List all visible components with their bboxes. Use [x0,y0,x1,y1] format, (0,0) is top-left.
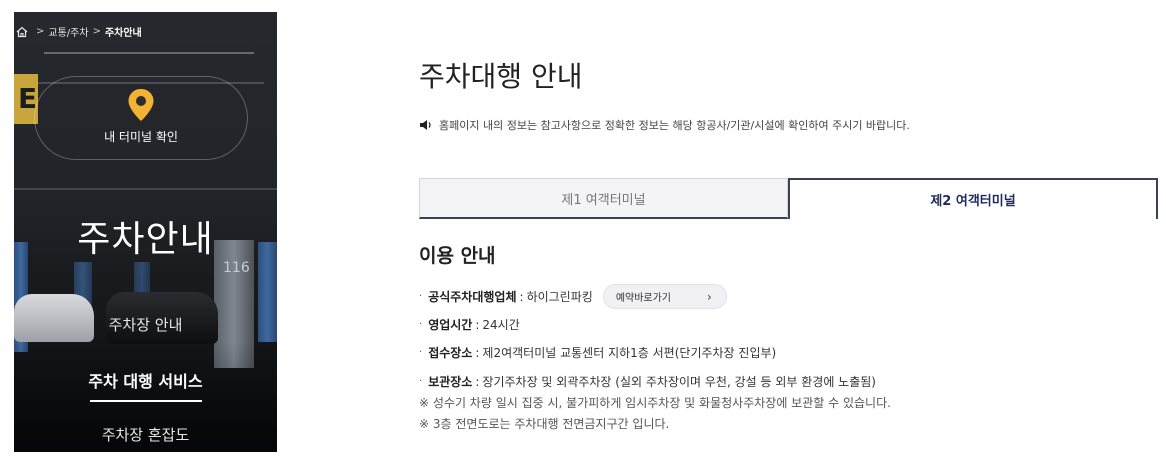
info-colon: : [475,345,480,360]
breadcrumb-item-traffic[interactable]: 교통/주차 [48,24,88,39]
note-peak-season: ※ 성수기 차량 일시 집중 시, 불가피하게 임시주차장 및 화물청사주차장에… [419,396,891,410]
info-row-operator: · 공식주차대행업체 : 하이그린파킹 예약바로가기 › [419,284,727,309]
tab-label: 제1 여객터미널 [561,192,646,208]
terminal-check-label: 내 터미널 확인 [104,129,178,144]
info-key: 보관장소 [428,375,473,389]
info-value: 장기주차장 및 외곽주차장 (실외 주차장이며 우천, 강설 등 외부 환경에 … [482,375,876,389]
sidebar-title: 주차안내 [77,219,214,260]
terminal-tabs: 제1 여객터미널 제2 여객터미널 [419,178,1158,219]
sidebar-item-congestion[interactable]: 주차장 혼잡도 [14,424,277,445]
info-colon: : [475,374,480,389]
breadcrumb-separator: > [92,26,101,37]
bullet: · [419,319,423,330]
notice-text: 홈페이지 내의 정보는 참고사항으로 정확한 정보는 해당 항공사/기관/시설에… [439,119,910,132]
notice: 홈페이지 내의 정보는 참고사항으로 정확한 정보는 해당 항공사/기관/시설에… [419,117,910,133]
reserve-button-label: 예약바로가기 [615,293,672,304]
tab-terminal-2[interactable]: 제2 여객터미널 [788,178,1158,219]
info-row-reception: · 접수장소 : 제2여객터미널 교통센터 지하1층 서편(단기주차장 진입부) [419,344,776,361]
bullet: · [419,347,423,358]
info-row-storage: · 보관장소 : 장기주차장 및 외곽주차장 (실외 주차장이며 우천, 강설 … [419,373,876,390]
sidebar-item-parking-info[interactable]: 주차장 안내 [14,314,277,335]
sidebar-item-label: 주차장 안내 [108,316,183,334]
info-key: 접수장소 [428,346,473,360]
info-value: 제2여객터미널 교통센터 지하1층 서편(단기주차장 진입부) [482,346,777,360]
sidebar-item-valet-service[interactable]: 주차 대행 서비스 [14,368,277,402]
breadcrumb-separator: > [36,26,45,37]
info-key: 공식주차대행업체 [428,290,517,304]
section-title: 이용 안내 [419,245,496,267]
info-value: 24시간 [482,318,520,332]
bullet: · [419,291,423,302]
terminal-check-button[interactable]: 내 터미널 확인 [34,76,248,160]
info-row-hours: · 영업시간 : 24시간 [419,316,520,333]
info-colon: : [475,317,480,332]
info-value: 하이그린파킹 [526,290,593,304]
pillar-number: 116 [223,260,250,276]
ceiling-light [14,188,277,190]
location-pin-icon [128,88,154,121]
home-icon[interactable] [16,26,28,38]
sidebar-item-label: 주차장 혼잡도 [101,426,190,444]
tab-terminal-1[interactable]: 제1 여객터미널 [419,178,788,219]
breadcrumb-item-current: 주차안내 [104,28,142,39]
bullet: · [419,376,423,387]
note-no-valet-zone: ※ 3층 전면도로는 주차대행 전면금지구간 입니다. [419,417,670,431]
ceiling-light [44,52,254,54]
sidebar-item-label: 주차 대행 서비스 [88,372,203,391]
breadcrumb: > 교통/주차 > 주차안내 [16,24,142,39]
page-title: 주차대행 안내 [419,60,583,93]
speaker-icon [420,120,431,130]
active-underline [89,400,202,402]
tab-label: 제2 여객터미널 [930,194,1016,209]
chevron-right-icon: › [707,289,712,304]
reserve-button[interactable]: 예약바로가기 › [602,284,727,309]
info-colon: : [519,289,524,304]
sidebar-panel: E 116 > 교통/주차 > 주차안내 내 터미널 확인 주차안내 주차장 안… [14,12,277,452]
info-key: 영업시간 [428,318,473,332]
